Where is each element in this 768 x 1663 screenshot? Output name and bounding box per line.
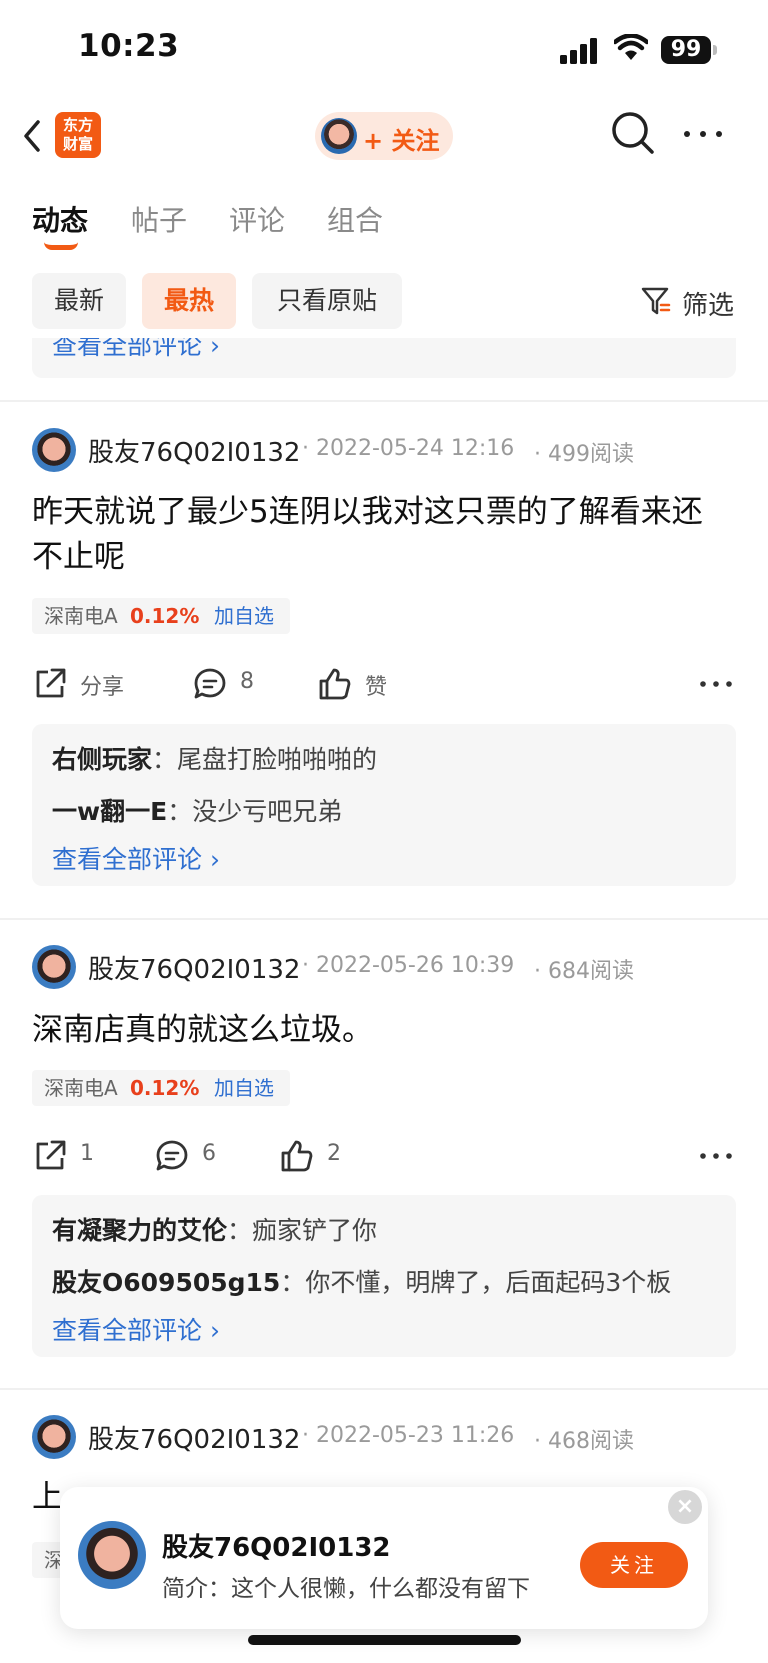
post-actions: 1 6 2	[32, 1134, 736, 1178]
avatar	[321, 118, 357, 154]
follow-label: + 关注	[363, 127, 440, 155]
comment-button[interactable]: 8	[192, 662, 272, 706]
comment-preview: 右侧玩家：尾盘打脸啪啪啪的	[52, 745, 378, 774]
filter-row: 最新 最热 只看原贴 筛选	[0, 273, 768, 331]
share-icon	[36, 668, 66, 698]
filter-button[interactable]: 筛选	[640, 283, 760, 323]
like-button[interactable]: 赞	[317, 662, 407, 706]
thumbs-up-icon	[281, 1140, 313, 1172]
comment-preview: 有凝聚力的艾伦：痂家铲了你	[52, 1216, 378, 1245]
read-count: · 684阅读	[534, 959, 634, 984]
tab-posts[interactable]: 帖子	[131, 199, 187, 239]
read-count: · 468阅读	[534, 1429, 634, 1454]
previous-comment-box: 查看全部评论 ›	[32, 338, 736, 378]
post-card[interactable]: 股友76Q02I0132 · 2022-05-26 10:39 · 684阅读 …	[0, 945, 768, 1365]
post-header: 股友76Q02I0132 · 2022-05-26 10:39 · 684阅读	[32, 945, 752, 991]
post-date: · 2022-05-26 10:39	[302, 953, 515, 978]
popup-user-name[interactable]: 股友76Q02I0132	[162, 1527, 391, 1564]
share-count: 1	[80, 1141, 94, 1166]
main-tabs: 动态 帖子 评论 组合	[0, 195, 768, 255]
battery-icon: 99	[661, 36, 717, 64]
post-body[interactable]: 深南店真的就这么垃圾。	[32, 1008, 732, 1053]
logo-line1: 东方	[62, 116, 93, 134]
tab-dynamic[interactable]: 动态	[32, 199, 88, 239]
home-indicator	[248, 1635, 521, 1645]
chip-original-only[interactable]: 只看原贴	[252, 273, 402, 329]
share-button[interactable]: 分享	[32, 662, 142, 706]
post-card[interactable]: 股友76Q02I0132 · 2022-05-24 12:16 · 499阅读 …	[0, 428, 768, 898]
comment-preview: 一w翻一E：没少亏吧兄弟	[52, 797, 343, 826]
like-label: 赞	[365, 675, 388, 700]
comment-count: 8	[240, 669, 254, 694]
logo-line2: 财富	[62, 135, 93, 153]
follow-button[interactable]: + 关注	[315, 112, 453, 160]
wifi-icon	[614, 34, 648, 60]
chip-latest[interactable]: 最新	[32, 273, 126, 329]
app-logo: 东方 财富	[55, 112, 101, 158]
read-count: · 499阅读	[534, 442, 634, 467]
avatar[interactable]	[32, 1415, 76, 1459]
nav-bar: 东方 财富 + 关注	[0, 100, 768, 180]
battery-level: 99	[661, 36, 711, 64]
divider	[0, 918, 768, 920]
post-date: · 2022-05-23 11:26	[302, 1423, 515, 1448]
search-icon[interactable]	[610, 110, 656, 156]
author-name[interactable]: 股友76Q02I0132	[88, 1419, 300, 1456]
active-tab-indicator	[44, 242, 78, 250]
status-bar: 10:23 99	[0, 0, 768, 100]
stock-name: 深南电A	[44, 604, 118, 628]
tab-portfolio[interactable]: 组合	[327, 199, 383, 239]
share-icon	[36, 1140, 66, 1170]
comment-button[interactable]: 6	[154, 1134, 234, 1178]
avatar[interactable]	[78, 1521, 146, 1589]
avatar[interactable]	[32, 945, 76, 989]
divider	[0, 400, 768, 402]
post-header: 股友76Q02I0132 · 2022-05-23 11:26 · 468阅读	[32, 1415, 752, 1461]
add-watchlist-link[interactable]: 加自选	[214, 598, 274, 634]
post-header: 股友76Q02I0132 · 2022-05-24 12:16 · 499阅读	[32, 428, 752, 474]
post-body[interactable]: 昨天就说了最少5连阴以我对这只票的了解看来还不止呢	[32, 490, 732, 580]
view-all-comments-link[interactable]: 查看全部评论 ›	[52, 338, 220, 362]
stock-name: 深南电A	[44, 1076, 118, 1100]
follow-suggestion-popup: 股友76Q02I0132 简介：这个人很懒，什么都没有留下 关注	[60, 1487, 708, 1629]
more-options-icon[interactable]	[696, 666, 736, 702]
view-all-comments-link[interactable]: 查看全部评论 ›	[52, 1311, 220, 1347]
chip-hottest[interactable]: 最热	[142, 273, 236, 329]
filter-icon	[641, 287, 671, 315]
thumbs-up-icon	[319, 668, 351, 700]
share-button[interactable]: 1	[32, 1134, 102, 1178]
like-button[interactable]: 2	[279, 1134, 359, 1178]
view-all-comments-link[interactable]: 查看全部评论 ›	[52, 840, 220, 876]
back-arrow-icon[interactable]	[18, 116, 46, 156]
post-actions: 分享 8 赞	[32, 662, 736, 706]
author-name[interactable]: 股友76Q02I0132	[88, 432, 300, 469]
stock-tag[interactable]: 深南电A 0.12% 加自选	[32, 1070, 290, 1106]
post-date: · 2022-05-24 12:16	[302, 436, 515, 461]
divider	[0, 1388, 768, 1390]
avatar[interactable]	[32, 428, 76, 472]
comment-preview: 股友O609505g15：你不懂，明牌了，后面起码3个板	[52, 1268, 672, 1297]
comment-icon	[156, 1140, 188, 1171]
close-icon[interactable]: ×	[668, 1490, 702, 1524]
more-options-icon[interactable]	[696, 1138, 736, 1174]
comment-icon	[194, 668, 226, 699]
add-watchlist-link[interactable]: 加自选	[214, 1070, 274, 1106]
cellular-signal-icon	[560, 38, 597, 64]
tab-comments[interactable]: 评论	[229, 199, 285, 239]
author-name[interactable]: 股友76Q02I0132	[88, 949, 300, 986]
more-icon[interactable]	[680, 114, 726, 154]
stock-change: 0.12%	[130, 1076, 200, 1100]
stock-tag[interactable]: 深南电A 0.12% 加自选	[32, 598, 290, 634]
popup-follow-button[interactable]: 关注	[580, 1542, 688, 1588]
share-label: 分享	[80, 675, 125, 700]
filter-label: 筛选	[682, 291, 735, 321]
popup-user-bio: 简介：这个人很懒，什么都没有留下	[162, 1576, 530, 1602]
comment-preview-box[interactable]: 右侧玩家：尾盘打脸啪啪啪的 一w翻一E：没少亏吧兄弟 查看全部评论 ›	[32, 724, 736, 886]
comment-preview-box[interactable]: 有凝聚力的艾伦：痂家铲了你 股友O609505g15：你不懂，明牌了，后面起码3…	[32, 1195, 736, 1357]
status-time: 10:23	[78, 28, 180, 64]
comment-count: 6	[202, 1141, 216, 1166]
stock-change: 0.12%	[130, 604, 200, 628]
like-count: 2	[327, 1141, 341, 1166]
